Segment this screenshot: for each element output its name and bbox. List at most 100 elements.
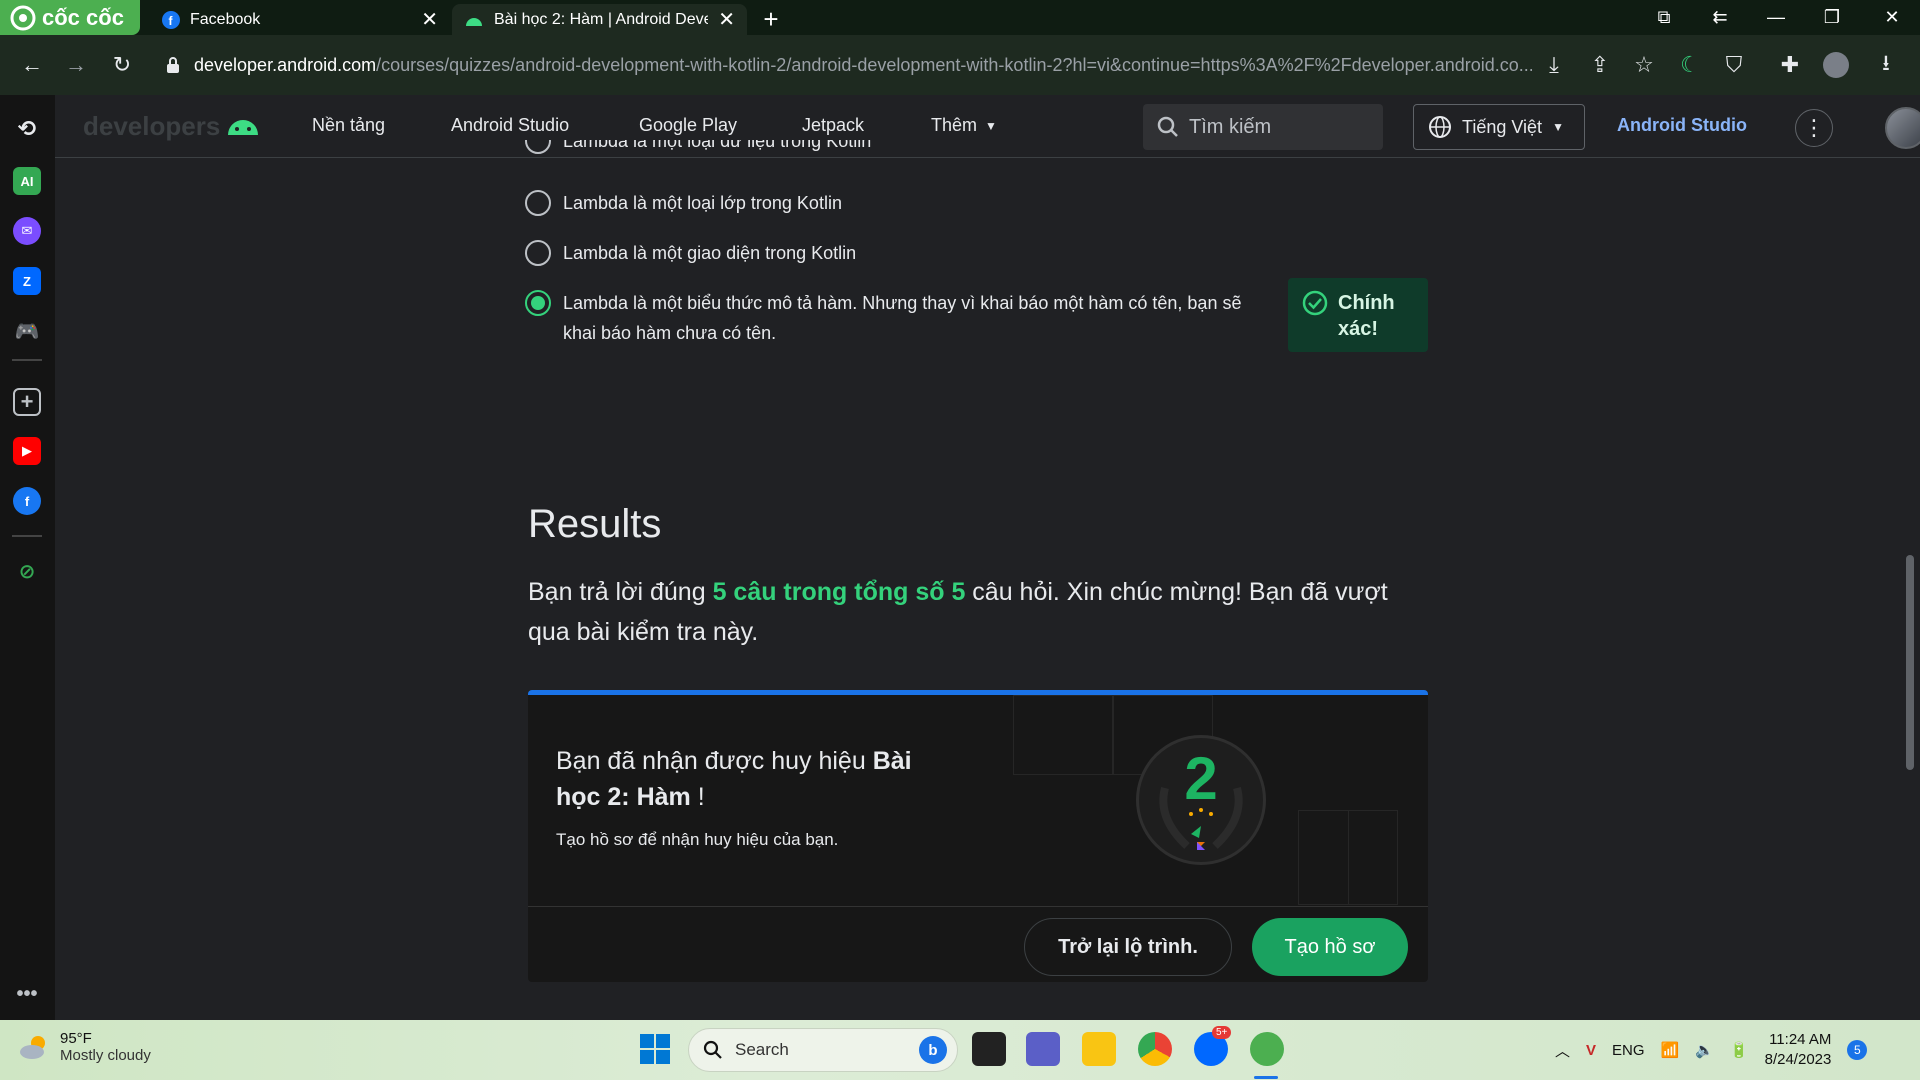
quiz-option[interactable]: Lambda là một loại lớp trong Kotlin bbox=[525, 188, 1285, 218]
android-studio-link[interactable]: Android Studio bbox=[1617, 115, 1747, 136]
badge-message-prefix: Bạn đã nhận được huy hiệu bbox=[556, 747, 873, 775]
history-icon[interactable]: ⟲ bbox=[13, 115, 41, 143]
browser-menu-button[interactable]: cốc cốc bbox=[0, 0, 140, 35]
account-avatar[interactable] bbox=[1885, 107, 1920, 149]
battery-icon[interactable]: 🔋 bbox=[1730, 1041, 1749, 1059]
clock-date: 8/24/2023 bbox=[1764, 1051, 1832, 1068]
game-controller-icon[interactable]: 🎮 bbox=[13, 317, 41, 345]
option-text: Lambda là một giao diện trong Kotlin bbox=[563, 243, 857, 263]
youtube-icon[interactable]: ▶ bbox=[13, 437, 41, 465]
restore-button[interactable]: ❐ bbox=[1804, 0, 1860, 35]
dark-mode-icon[interactable]: ☾ bbox=[1674, 49, 1706, 81]
developers-logo[interactable]: developers bbox=[83, 111, 260, 142]
search-icon bbox=[1157, 116, 1179, 138]
more-options-icon[interactable]: ⋮ bbox=[1795, 109, 1833, 147]
wifi-icon[interactable]: 📶 bbox=[1661, 1041, 1680, 1059]
messenger-icon[interactable]: ✉ bbox=[13, 217, 41, 245]
task-view-icon[interactable] bbox=[972, 1032, 1006, 1066]
tab-title: Bài học 2: Hàm | Android Develo bbox=[494, 10, 709, 28]
zalo-icon[interactable]: Z bbox=[13, 267, 41, 295]
ai-assistant-icon[interactable]: AI bbox=[13, 167, 41, 195]
back-to-pathway-button[interactable]: Trở lại lộ trình. bbox=[1024, 918, 1232, 976]
forward-icon[interactable]: → bbox=[60, 49, 92, 81]
results-summary: Bạn trả lời đúng 5 câu trong tổng số 5 c… bbox=[528, 572, 1428, 652]
browser-sidebar: ⟲ AI ✉ Z 🎮 + ▶ f ⊘ ••• bbox=[0, 95, 55, 1020]
facebook-sidebar-icon[interactable]: f bbox=[13, 487, 41, 515]
vivaldi-tray-icon[interactable]: V bbox=[1586, 1042, 1596, 1059]
profile-avatar[interactable] bbox=[1820, 49, 1852, 81]
screenshot-icon[interactable]: ⧉ bbox=[1636, 0, 1692, 35]
badge-message-suffix: ! bbox=[690, 783, 705, 811]
tab-android-developers[interactable]: Bài học 2: Hàm | Android Develo ✕ bbox=[452, 4, 747, 35]
create-profile-button[interactable]: Tạo hồ sơ bbox=[1252, 918, 1408, 976]
results-score: 5 câu trong tổng số 5 bbox=[712, 578, 966, 606]
download-icon[interactable]: ⭳ bbox=[1870, 49, 1902, 81]
quiz-option[interactable]: Lambda là một giao diện trong Kotlin bbox=[525, 238, 1285, 268]
weather-desc: Mostly cloudy bbox=[60, 1047, 151, 1064]
search-icon bbox=[703, 1040, 723, 1060]
bookmark-star-icon[interactable]: ☆ bbox=[1628, 49, 1660, 81]
tab-title: Facebook bbox=[190, 10, 261, 28]
install-app-icon[interactable]: ⤓ bbox=[1538, 49, 1570, 81]
correct-feedback: Chính xác! bbox=[1288, 278, 1428, 352]
chevron-up-icon[interactable]: ︿ bbox=[1555, 1040, 1570, 1061]
badge-message: Bạn đã nhận được huy hiệu Bài học 2: Hàm… bbox=[556, 743, 936, 815]
nav-google-play[interactable]: Google Play bbox=[639, 115, 737, 136]
clock[interactable]: 11:24 AM 8/24/2023 bbox=[1765, 1030, 1832, 1070]
close-window-button[interactable]: ✕ bbox=[1864, 0, 1920, 35]
taskbar-search-input[interactable]: Search b bbox=[688, 1028, 958, 1072]
reload-icon[interactable]: ↻ bbox=[106, 49, 138, 81]
nav-jetpack[interactable]: Jetpack bbox=[802, 115, 864, 136]
weather-widget[interactable]: 95°F Mostly cloudy bbox=[18, 1030, 151, 1064]
zalo-notification-badge: 5+ bbox=[1212, 1026, 1232, 1039]
laurel-icon bbox=[1159, 786, 1243, 850]
quiz-option-selected[interactable]: Lambda là một biểu thức mô tả hàm. Nhưng… bbox=[525, 288, 1265, 348]
bing-icon: b bbox=[919, 1036, 947, 1064]
coccoc-extension-icon[interactable]: ⊘ bbox=[13, 557, 41, 585]
file-explorer-icon[interactable] bbox=[1082, 1032, 1116, 1066]
teams-chat-icon[interactable] bbox=[1026, 1032, 1060, 1066]
search-placeholder: Tìm kiếm bbox=[1189, 115, 1272, 138]
share-icon[interactable]: ⇪ bbox=[1584, 49, 1616, 81]
notification-count[interactable]: 5 bbox=[1847, 1040, 1868, 1060]
windows-start-icon[interactable] bbox=[640, 1034, 670, 1064]
page-scrollbar[interactable] bbox=[1906, 555, 1914, 770]
zalo-taskbar-icon[interactable]: 5+ bbox=[1194, 1026, 1232, 1066]
radio-button[interactable] bbox=[525, 190, 551, 216]
caret-down-icon: ▼ bbox=[1552, 120, 1564, 134]
input-language[interactable]: ENG bbox=[1612, 1042, 1645, 1059]
address-bar[interactable]: developer.android.com/courses/quizzes/an… bbox=[156, 45, 1532, 85]
minimize-button[interactable]: — bbox=[1748, 0, 1804, 35]
taskbar-search-placeholder: Search bbox=[735, 1040, 789, 1059]
radio-button[interactable] bbox=[525, 240, 551, 266]
nav-more[interactable]: Thêm ▼ bbox=[931, 115, 997, 136]
extensions-icon[interactable]: ✚ bbox=[1774, 49, 1806, 81]
nav-platform[interactable]: Nền tảng bbox=[312, 115, 385, 136]
back-icon[interactable]: ← bbox=[16, 49, 48, 81]
feedback-text: Chính xác! bbox=[1338, 292, 1395, 340]
nav-android-studio[interactable]: Android Studio bbox=[451, 115, 569, 136]
radio-button-selected[interactable] bbox=[525, 290, 551, 316]
more-sidebar-icon[interactable]: ••• bbox=[13, 980, 41, 1008]
language-selector[interactable]: Tiếng Việt ▼ bbox=[1413, 104, 1585, 150]
lock-icon bbox=[166, 56, 180, 74]
close-tab-icon[interactable]: ✕ bbox=[718, 7, 735, 32]
option-text: Lambda là một loại dữ liệu trong Kotlin bbox=[563, 140, 872, 151]
chrome-icon[interactable] bbox=[1138, 1032, 1172, 1066]
tab-facebook[interactable]: f Facebook ✕ bbox=[150, 4, 450, 35]
quiz-option[interactable]: Lambda là một loại dữ liệu trong Kotlin bbox=[525, 140, 1285, 158]
close-tab-icon[interactable]: ✕ bbox=[421, 7, 438, 32]
card-divider bbox=[528, 906, 1428, 907]
volume-icon[interactable]: 🔈 bbox=[1695, 1041, 1714, 1059]
shield-icon[interactable]: ⛉ bbox=[1718, 49, 1750, 81]
new-tab-button[interactable]: + bbox=[756, 4, 786, 34]
tab-search-icon[interactable]: ⇇ bbox=[1692, 0, 1748, 35]
add-sidebar-app-icon[interactable]: + bbox=[13, 388, 41, 416]
url-host: developer.android.com bbox=[194, 54, 377, 75]
coccoc-taskbar-icon[interactable] bbox=[1250, 1032, 1284, 1066]
decor-grid bbox=[1348, 810, 1398, 905]
radio-button[interactable] bbox=[525, 140, 551, 154]
active-app-indicator bbox=[1254, 1076, 1278, 1079]
language-label: Tiếng Việt bbox=[1462, 116, 1543, 137]
check-circle-icon bbox=[1302, 290, 1328, 316]
